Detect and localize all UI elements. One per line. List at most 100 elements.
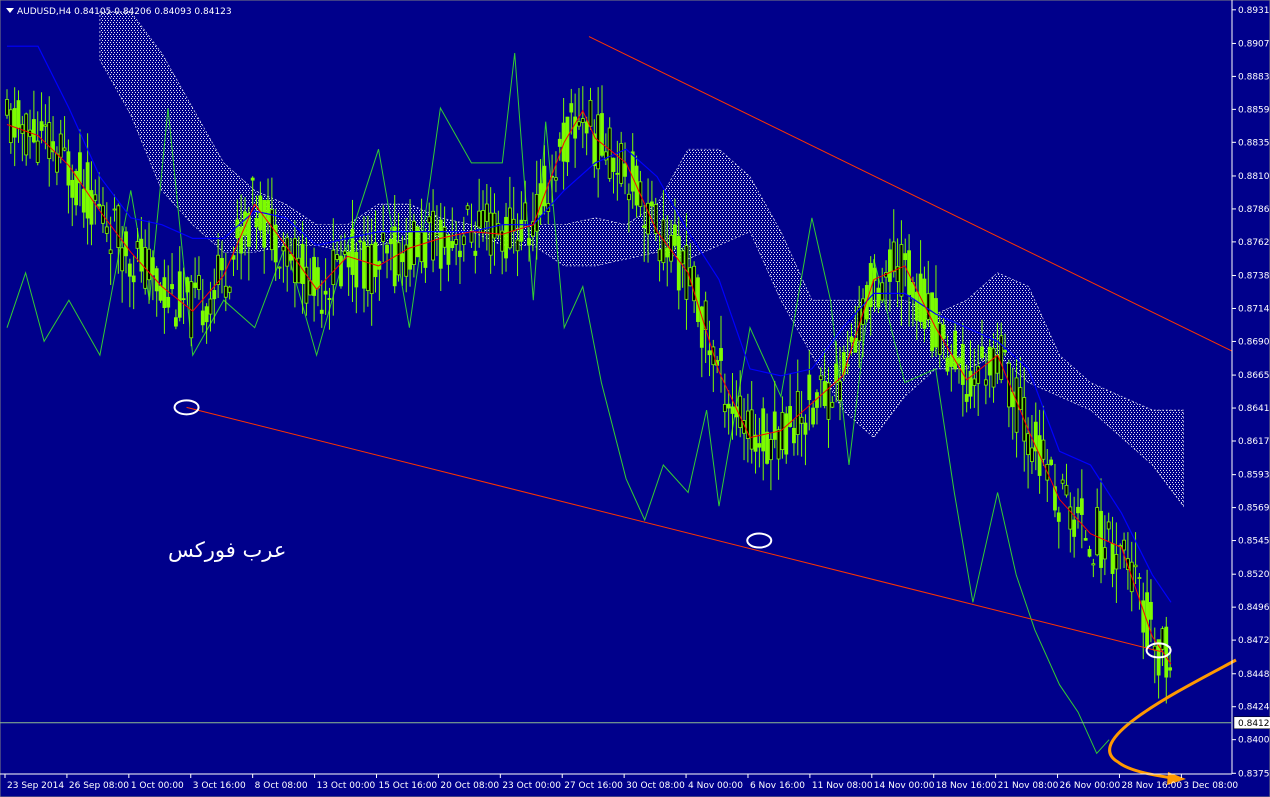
x-tick-label: 26 Nov 00:00 <box>1060 781 1121 791</box>
candle-body <box>607 127 612 179</box>
candle-body <box>31 119 36 143</box>
candle-body <box>626 193 631 201</box>
candle-body <box>673 224 677 246</box>
candle-body <box>208 298 213 315</box>
y-tick-label: 0.87380 <box>1238 272 1270 282</box>
x-tick-label: 26 Sep 08:00 <box>69 781 129 791</box>
candle-body <box>577 121 581 127</box>
candle-body <box>623 163 627 177</box>
candle-body <box>1076 506 1080 514</box>
candle-body <box>665 247 670 258</box>
annotations <box>173 399 1237 785</box>
y-tick-label: 0.85205 <box>1238 570 1270 580</box>
candle-body <box>312 256 316 296</box>
candle-body <box>1072 519 1077 537</box>
candle-body <box>70 179 75 198</box>
x-tick-label: 11 Nov 08:00 <box>812 781 873 791</box>
candle-body <box>62 147 67 151</box>
candle-body <box>968 370 973 397</box>
candle-body <box>97 203 102 207</box>
candle-body <box>435 233 439 236</box>
candle-body <box>220 258 224 271</box>
candle-body <box>81 188 86 213</box>
x-tick-label: 21 Nov 08:00 <box>998 781 1059 791</box>
candle-body <box>830 402 835 408</box>
candle-body <box>1079 498 1084 515</box>
y-tick-label: 0.89315 <box>1238 6 1270 16</box>
candle-body <box>646 202 650 235</box>
price-chart[interactable]: 0.89315 0.89070 0.88830 0.88590 0.88350 0.881… <box>0 0 1270 797</box>
candle-body <box>323 290 328 295</box>
y-tick-label: 0.89070 <box>1238 39 1270 49</box>
candle-body <box>615 172 620 175</box>
candle-body <box>649 201 654 207</box>
candle-body <box>753 434 758 452</box>
candle-body <box>949 354 954 367</box>
candle-body <box>611 157 616 172</box>
candle-body <box>1003 350 1007 353</box>
x-tick-label: 3 Dec 08:00 <box>1183 781 1238 791</box>
candle-body <box>131 275 136 283</box>
candle-body <box>792 427 796 444</box>
candle-body <box>458 250 462 258</box>
y-tick-label: 0.84725 <box>1238 636 1270 646</box>
candle-body <box>964 394 969 402</box>
candle-body <box>680 250 685 265</box>
candle-body <box>1122 539 1126 551</box>
candle-body <box>316 267 320 289</box>
candle-body <box>542 165 547 207</box>
candle-body <box>1026 433 1030 456</box>
candle-body <box>957 357 961 364</box>
candle-body <box>722 403 727 413</box>
candle-body <box>381 232 386 242</box>
candle-body <box>12 108 17 138</box>
x-tick-label: 30 Oct 08:00 <box>626 781 685 791</box>
candle-body <box>538 183 543 215</box>
candle-body <box>55 153 59 173</box>
candle-body <box>108 249 113 255</box>
candle-body <box>761 408 766 452</box>
y-tick-label: 0.84240 <box>1238 703 1270 713</box>
candle-body <box>197 275 201 291</box>
candle-body <box>719 348 723 361</box>
candle-body <box>162 277 167 309</box>
y-tick-label: 0.88105 <box>1238 172 1270 182</box>
y-tick-label: 0.85690 <box>1238 504 1270 514</box>
candle-body <box>757 443 762 448</box>
candle-body <box>972 378 977 386</box>
candle-body <box>89 190 94 225</box>
candle-body <box>580 118 585 123</box>
candle-body <box>16 100 21 128</box>
symbol-label: AUDUSD,H4 <box>17 7 72 17</box>
candle-body <box>158 285 163 301</box>
candle-body <box>335 254 340 260</box>
candle-body <box>619 143 624 184</box>
candle-body <box>469 230 474 243</box>
candle-body <box>799 416 804 424</box>
projection-arrow <box>1108 658 1237 780</box>
candle-body <box>934 298 938 348</box>
candle-body <box>104 226 109 234</box>
x-tick-label: 23 Sep 2014 <box>7 781 64 791</box>
x-tick-label: 4 Nov 00:00 <box>688 781 743 791</box>
candle-body <box>461 235 466 245</box>
candle-body <box>519 219 524 242</box>
x-tick-label: 20 Oct 08:00 <box>440 781 499 791</box>
candle-body <box>1133 564 1138 568</box>
candle-body <box>983 379 988 386</box>
candle-body <box>891 241 896 273</box>
x-tick-label: 6 Nov 16:00 <box>750 781 805 791</box>
candle-body <box>250 177 255 181</box>
candle-body <box>849 336 854 343</box>
candle-body <box>166 296 171 308</box>
dropdown-triangle-icon[interactable] <box>6 8 14 13</box>
candle-body <box>945 357 950 372</box>
candle-body <box>147 248 151 281</box>
candle-body <box>676 235 681 291</box>
candle-body <box>838 380 842 401</box>
candle-body <box>39 121 44 131</box>
candle-body <box>266 200 270 223</box>
candle-body <box>300 244 305 284</box>
candle-body <box>738 395 743 428</box>
candle-body <box>784 413 789 455</box>
